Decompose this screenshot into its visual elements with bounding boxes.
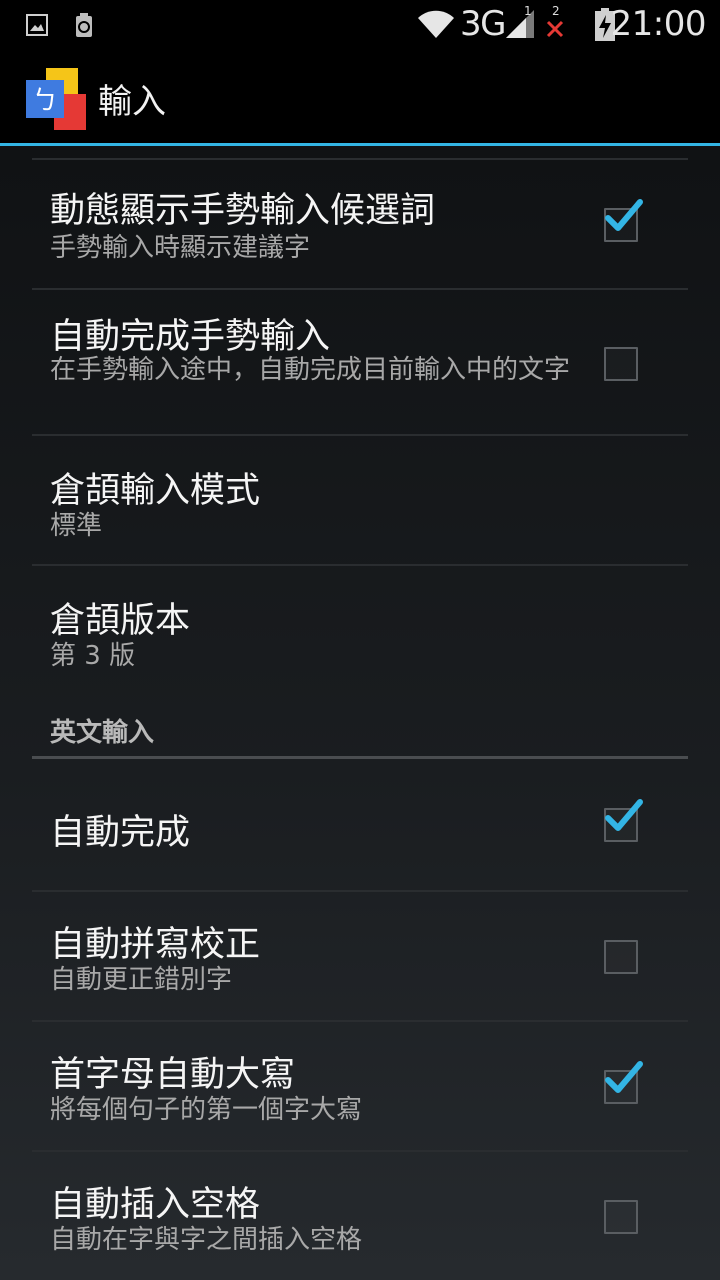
setting-gesture-autocomplete[interactable]: 自動完成手勢輸入 在手勢輸入途中，自動完成目前輸入中的文字 (0, 290, 720, 434)
status-clock: 21:00 (610, 4, 707, 44)
setting-title: 自動完成手勢輸入 (50, 317, 331, 357)
network-type-label: 3G (460, 4, 506, 44)
setting-auto-capitalization[interactable]: 首字母自動大寫 將每個句子的第一個字大寫 (0, 1022, 720, 1150)
image-icon (26, 14, 48, 36)
setting-title: 自動拼寫校正 (50, 925, 261, 965)
setting-subtitle: 手勢輸入時顯示建議字 (50, 233, 311, 263)
sim1-label: 1 (524, 4, 532, 18)
action-bar: ㄅ 輸入 (0, 50, 720, 144)
setting-auto-complete[interactable]: 自動完成 (0, 760, 720, 890)
category-divider (32, 756, 688, 759)
page-title: 輸入 (98, 82, 166, 122)
checkmark-icon (605, 799, 643, 831)
setting-title: 首字母自動大寫 (50, 1055, 296, 1095)
checkmark-icon (605, 1061, 643, 1093)
checkbox-unchecked[interactable] (604, 347, 638, 381)
zhuyin-input-icon[interactable]: ㄅ (26, 68, 88, 130)
settings-list: 動態顯示手勢輸入候選詞 手勢輸入時顯示建議字 自動完成手勢輸入 在手勢輸入途中，… (0, 146, 720, 1280)
no-signal-x-icon (546, 20, 564, 38)
wifi-icon (418, 10, 454, 38)
category-header-english: 英文輸入 (50, 718, 155, 748)
setting-subtitle: 標準 (50, 511, 103, 541)
checkbox-checked[interactable] (604, 1061, 643, 1104)
app-icon-glyph: ㄅ (32, 86, 58, 116)
signal-strength-icon (506, 10, 534, 38)
recycle-icon (76, 13, 92, 37)
setting-auto-correction[interactable]: 自動拼寫校正 自動更正錯別字 (0, 892, 720, 1020)
setting-title: 倉頡版本 (50, 601, 191, 641)
sim2-label: 2 (552, 4, 560, 18)
setting-cangjie-mode[interactable]: 倉頡輸入模式 標準 (0, 436, 720, 564)
checkbox-checked[interactable] (604, 799, 643, 842)
setting-gesture-preview[interactable]: 動態顯示手勢輸入候選詞 手勢輸入時顯示建議字 (0, 160, 720, 288)
setting-auto-space[interactable]: 自動插入空格 自動在字與字之間插入空格 (0, 1152, 720, 1280)
checkbox-checked[interactable] (604, 199, 643, 242)
setting-title: 動態顯示手勢輸入候選詞 (50, 191, 436, 231)
setting-subtitle: 自動更正錯別字 (50, 965, 233, 995)
setting-title: 倉頡輸入模式 (50, 471, 261, 511)
status-bar: 3G 1 2 21:00 (0, 0, 720, 50)
setting-cangjie-version[interactable]: 倉頡版本 第 3 版 (0, 566, 720, 694)
checkbox-unchecked[interactable] (604, 940, 638, 974)
checkmark-icon (605, 199, 643, 231)
setting-subtitle: 自動在字與字之間插入空格 (50, 1225, 363, 1255)
checkbox-unchecked[interactable] (604, 1200, 638, 1234)
setting-subtitle: 將每個句子的第一個字大寫 (50, 1095, 363, 1125)
setting-title: 自動完成 (50, 813, 191, 853)
setting-title: 自動插入空格 (50, 1185, 261, 1225)
setting-subtitle: 在手勢輸入途中，自動完成目前輸入中的文字 (50, 355, 571, 385)
setting-subtitle: 第 3 版 (50, 641, 136, 671)
